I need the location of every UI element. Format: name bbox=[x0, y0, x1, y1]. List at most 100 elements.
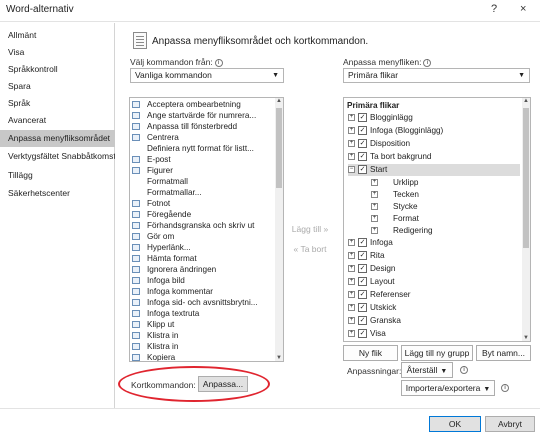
tree-tab[interactable]: + ✓ Utskick bbox=[348, 302, 518, 314]
sidebar-item-save[interactable]: Spara bbox=[0, 78, 115, 95]
list-item[interactable]: Föregående bbox=[130, 209, 280, 220]
sidebar-item-trust-center[interactable]: Säkerhetscenter bbox=[0, 185, 115, 202]
customize-ribbon-select[interactable]: Primära flikar ▼ bbox=[343, 68, 530, 83]
expand-icon: + bbox=[348, 140, 355, 147]
command-icon bbox=[132, 255, 140, 262]
list-item[interactable]: Hyperlänk... bbox=[130, 242, 280, 253]
scroll-up-icon: ▲ bbox=[276, 98, 282, 104]
ribbon-page-icon bbox=[133, 32, 147, 49]
command-icon bbox=[132, 101, 140, 108]
command-icon bbox=[132, 112, 140, 119]
choose-commands-label: Välj kommandon från: i bbox=[130, 57, 223, 67]
import-export-dropdown[interactable]: Importera/exportera ▼ bbox=[401, 380, 495, 396]
list-item[interactable]: Anpassa till fönsterbredd bbox=[130, 121, 280, 132]
list-item[interactable]: Klistra in bbox=[130, 330, 280, 341]
expand-icon: + bbox=[348, 278, 355, 285]
tree-header: Primära flikar bbox=[347, 101, 400, 110]
tree-tab[interactable]: + ✓ Ta bort bakgrund bbox=[348, 151, 518, 163]
list-item[interactable]: Klistra in bbox=[130, 341, 280, 352]
list-item[interactable]: Infoga bild bbox=[130, 275, 280, 286]
commands-scrollbar[interactable]: ▲ ▼ bbox=[275, 98, 283, 361]
tree-tab[interactable]: + ✓ Granska bbox=[348, 315, 518, 327]
chevron-down-icon: ▼ bbox=[518, 72, 525, 79]
list-item[interactable]: Infoga kommentar bbox=[130, 286, 280, 297]
tree-group[interactable]: + Stycke bbox=[371, 201, 511, 213]
list-item[interactable]: Infoga sid- och avsnittsbrytni... bbox=[130, 297, 280, 308]
list-item[interactable]: Kopiera bbox=[130, 352, 280, 361]
expand-icon: + bbox=[348, 252, 355, 259]
tree-tab[interactable]: + ✓ Visa bbox=[348, 328, 518, 340]
expand-icon: + bbox=[348, 153, 355, 160]
sidebar-item-general[interactable]: Allmänt bbox=[0, 27, 115, 44]
list-item[interactable]: Figurer bbox=[130, 165, 280, 176]
list-item[interactable]: Förhandsgranska och skriv ut bbox=[130, 220, 280, 231]
ok-button[interactable]: OK bbox=[429, 416, 481, 432]
customizations-label: Anpassningar: bbox=[347, 366, 402, 376]
tree-tab[interactable]: + ✓ Design bbox=[348, 263, 518, 275]
list-item[interactable]: Formatmall bbox=[130, 176, 280, 187]
list-item[interactable]: E-post bbox=[130, 154, 280, 165]
tree-tab[interactable]: + ✓ Rita bbox=[348, 250, 518, 262]
new-group-button[interactable]: Lägg till ny grupp bbox=[401, 345, 473, 361]
sidebar-item-advanced[interactable]: Avancerat bbox=[0, 112, 115, 129]
list-item[interactable]: Hämta format bbox=[130, 253, 280, 264]
checkbox-checked-icon: ✓ bbox=[358, 290, 367, 299]
list-item[interactable]: Infoga textruta bbox=[130, 308, 280, 319]
list-item[interactable]: Klipp ut bbox=[130, 319, 280, 330]
command-icon bbox=[132, 123, 140, 130]
footer-divider bbox=[0, 408, 540, 409]
choose-commands-select[interactable]: Vanliga kommandon ▼ bbox=[130, 68, 284, 83]
tree-group[interactable]: + Tecken bbox=[371, 189, 511, 201]
expand-icon: + bbox=[371, 179, 378, 186]
close-icon[interactable]: × bbox=[520, 3, 526, 15]
tree-tab[interactable]: + ✓ Layout bbox=[348, 276, 518, 288]
list-item[interactable]: Acceptera ombearbetning bbox=[130, 99, 280, 110]
ribbon-tabs-tree[interactable]: Primära flikar + ✓ Blogginlägg + ✓ Infoga (B… bbox=[343, 97, 531, 342]
scroll-thumb bbox=[276, 108, 282, 188]
sidebar-item-language[interactable]: Språk bbox=[0, 95, 115, 112]
remove-button[interactable]: « Ta bort bbox=[285, 242, 335, 257]
command-icon bbox=[132, 266, 140, 273]
add-button[interactable]: Lägg till » bbox=[285, 222, 335, 237]
tree-tab[interactable]: + ✓ Infoga bbox=[348, 237, 518, 249]
chevron-down-icon: ▼ bbox=[272, 72, 279, 79]
scroll-up-icon: ▲ bbox=[523, 98, 529, 104]
list-item[interactable]: Ignorera ändringen bbox=[130, 264, 280, 275]
help-icon[interactable]: ? bbox=[491, 3, 497, 15]
tree-tab-selected[interactable]: − ✓ Start bbox=[348, 164, 520, 176]
sidebar-item-addins[interactable]: Tillägg bbox=[0, 167, 115, 184]
tree-group[interactable]: + Urklipp bbox=[371, 177, 511, 189]
page-title: Anpassa menyfliksområdet och kortkommand… bbox=[152, 36, 369, 47]
tabs-scrollbar[interactable]: ▲ ▼ bbox=[522, 98, 530, 341]
window-title: Word-alternativ bbox=[6, 4, 74, 15]
list-item[interactable]: Definiera nytt format för listt... bbox=[130, 143, 280, 154]
tree-group[interactable]: + Redigering bbox=[371, 225, 511, 237]
sidebar-item-proofing[interactable]: Språkkontroll bbox=[0, 61, 115, 78]
sidebar-item-quick-access[interactable]: Verktygsfältet Snabbåtkomst bbox=[0, 148, 115, 165]
checkbox-checked-icon: ✓ bbox=[358, 113, 367, 122]
checkbox-checked-icon: ✓ bbox=[358, 316, 367, 325]
tree-group[interactable]: + Format bbox=[371, 213, 511, 225]
list-item[interactable]: Gör om bbox=[130, 231, 280, 242]
command-icon bbox=[132, 233, 140, 240]
list-item[interactable]: Fotnot bbox=[130, 198, 280, 209]
scroll-down-icon: ▼ bbox=[276, 355, 282, 361]
rename-button[interactable]: Byt namn... bbox=[476, 345, 531, 361]
list-item[interactable]: Centrera bbox=[130, 132, 280, 143]
checkbox-checked-icon: ✓ bbox=[358, 251, 367, 260]
cancel-button[interactable]: Avbryt bbox=[485, 416, 535, 432]
list-item[interactable]: Ange startvärde för numrera... bbox=[130, 110, 280, 121]
command-icon bbox=[132, 288, 140, 295]
reset-dropdown[interactable]: Återställ ▼ bbox=[401, 362, 453, 378]
command-icon bbox=[132, 167, 140, 174]
tree-tab[interactable]: + ✓ Blogginlägg bbox=[348, 112, 518, 124]
sidebar-item-customize-ribbon[interactable]: Anpassa menyfliksområdet bbox=[0, 130, 115, 147]
commands-list[interactable]: Acceptera ombearbetning Ange startvärde … bbox=[129, 97, 284, 362]
tree-tab[interactable]: + ✓ Referenser bbox=[348, 289, 518, 301]
checkbox-checked-icon: ✓ bbox=[358, 303, 367, 312]
list-item[interactable]: Formatmallar... bbox=[130, 187, 280, 198]
tree-tab[interactable]: + ✓ Disposition bbox=[348, 138, 518, 150]
tree-tab[interactable]: + ✓ Infoga (Blogginlägg) bbox=[348, 125, 518, 137]
new-tab-button[interactable]: Ny flik bbox=[343, 345, 398, 361]
sidebar-item-display[interactable]: Visa bbox=[0, 44, 115, 61]
